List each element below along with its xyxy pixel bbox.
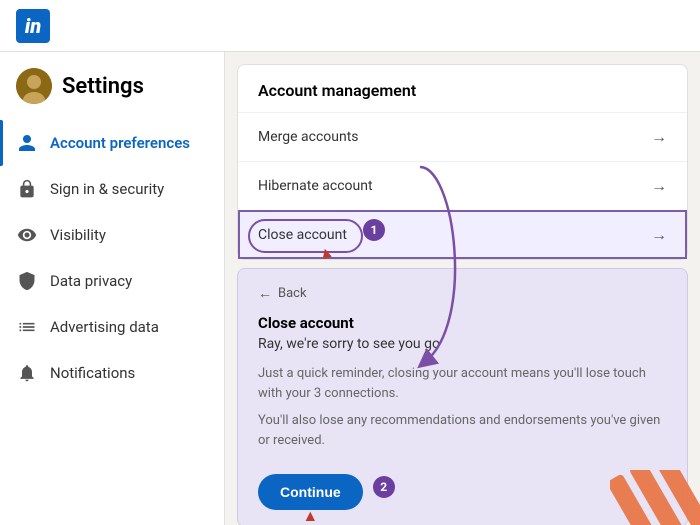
sidebar-item-data-privacy[interactable]: Data privacy	[0, 258, 224, 304]
sidebar-item-label: Account preferences	[50, 134, 190, 152]
close-account-item[interactable]: Close account 1 ▲ →	[238, 210, 687, 259]
sidebar-item-account-preferences[interactable]: Account preferences	[0, 120, 224, 166]
top-bar: in	[0, 0, 700, 52]
sidebar-item-label: Advertising data	[50, 318, 159, 336]
back-link[interactable]: ← Back	[258, 285, 667, 302]
close-account-detail-panel: ← Back Close account Ray, we're sorry to…	[237, 268, 688, 525]
sidebar-item-sign-in-security[interactable]: Sign in & security	[0, 166, 224, 212]
avatar	[16, 68, 52, 104]
sidebar-item-label: Sign in & security	[50, 180, 164, 198]
merge-accounts-label: Merge accounts	[258, 129, 359, 145]
settings-header: Settings	[0, 68, 224, 120]
bell-icon	[16, 362, 38, 384]
list-icon	[16, 316, 38, 338]
eye-icon	[16, 224, 38, 246]
sidebar-item-label: Data privacy	[50, 272, 132, 290]
hibernate-account-label: Hibernate account	[258, 178, 373, 194]
close-account-heading: Close account	[258, 314, 667, 332]
annotation-badge-2: 2	[373, 476, 395, 498]
content-area: Account management Merge accounts → Hibe…	[225, 52, 700, 525]
main-layout: Settings Account preferences Sign in & s…	[0, 52, 700, 525]
close-account-annotation: Close account 1 ▲	[258, 227, 347, 243]
annotation-badge-1: 1	[363, 219, 385, 241]
lock-icon	[16, 178, 38, 200]
sidebar-item-visibility[interactable]: Visibility	[0, 212, 224, 258]
close-account-desc1: Just a quick reminder, closing your acco…	[258, 364, 667, 403]
account-management-panel: Account management Merge accounts → Hibe…	[237, 64, 688, 260]
sidebar-item-advertising-data[interactable]: Advertising data	[0, 304, 224, 350]
cursor-icon-2: ▲	[302, 506, 318, 525]
sidebar-item-label: Visibility	[50, 226, 106, 244]
arrow-right-icon: →	[651, 176, 667, 196]
back-arrow-icon: ←	[258, 285, 272, 302]
sidebar-item-notifications[interactable]: Notifications	[0, 350, 224, 396]
merge-accounts-item[interactable]: Merge accounts →	[238, 112, 687, 161]
settings-title: Settings	[62, 74, 144, 99]
sidebar-item-label: Notifications	[50, 364, 135, 382]
sidebar: Settings Account preferences Sign in & s…	[0, 52, 225, 525]
continue-button[interactable]: Continue	[258, 474, 363, 510]
cursor-icon-1: ▲	[316, 241, 336, 264]
linkedin-logo[interactable]: in	[16, 9, 50, 43]
arrow-right-icon: →	[651, 225, 667, 245]
panel-title: Account management	[238, 65, 687, 112]
arrow-right-icon: →	[651, 127, 667, 147]
close-account-label: Close account	[258, 227, 347, 243]
continue-btn-wrapper: Continue 2 ▲	[258, 464, 363, 510]
back-label: Back	[278, 286, 307, 301]
close-account-desc2: You'll also lose any recommendations and…	[258, 411, 667, 450]
hibernate-account-item[interactable]: Hibernate account →	[238, 161, 687, 210]
shield-icon	[16, 270, 38, 292]
person-icon	[16, 132, 38, 154]
close-account-subheading: Ray, we're sorry to see you go	[258, 336, 667, 352]
